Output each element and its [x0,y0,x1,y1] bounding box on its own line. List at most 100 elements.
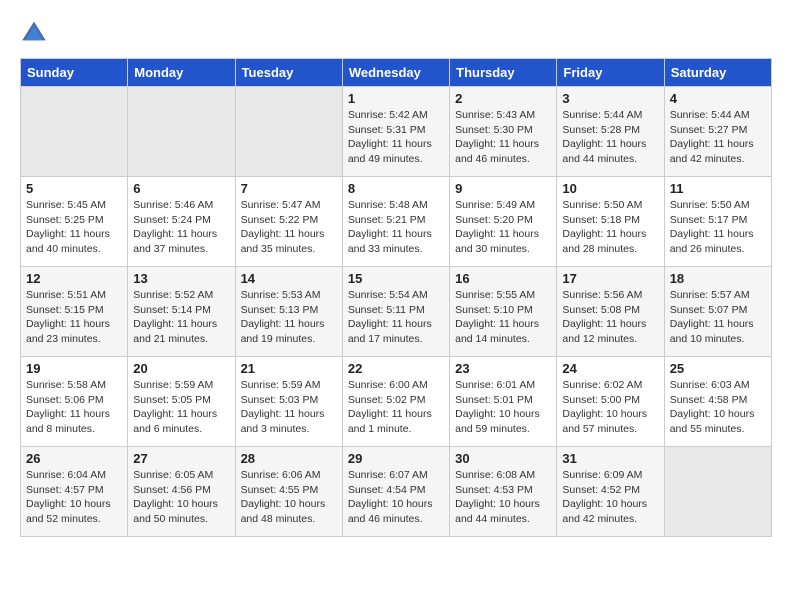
calendar-cell: 19 Sunrise: 5:58 AM Sunset: 5:06 PM Dayli… [21,357,128,447]
day-info: Sunrise: 5:52 AM Sunset: 5:14 PM Dayligh… [133,288,229,347]
day-info: Sunrise: 5:57 AM Sunset: 5:07 PM Dayligh… [670,288,766,347]
calendar-week-row: 19 Sunrise: 5:58 AM Sunset: 5:06 PM Dayli… [21,357,772,447]
day-info: Sunrise: 5:44 AM Sunset: 5:27 PM Dayligh… [670,108,766,167]
calendar-week-row: 12 Sunrise: 5:51 AM Sunset: 5:15 PM Dayli… [21,267,772,357]
calendar-week-row: 26 Sunrise: 6:04 AM Sunset: 4:57 PM Dayli… [21,447,772,537]
day-number: 20 [133,361,229,376]
weekday-header: Wednesday [342,59,449,87]
calendar-cell: 22Sunrise: 6:00 AM Sunset: 5:02 PM Dayli… [342,357,449,447]
calendar-cell: 11 Sunrise: 5:50 AM Sunset: 5:17 PM Dayli… [664,177,771,267]
calendar-week-row: 1 Sunrise: 5:42 AM Sunset: 5:31 PM Daylig… [21,87,772,177]
day-info: Sunrise: 6:05 AM Sunset: 4:56 PM Dayligh… [133,468,229,527]
day-number: 7 [241,181,337,196]
day-info: Sunrise: 5:46 AM Sunset: 5:24 PM Dayligh… [133,198,229,257]
day-info: Sunrise: 6:09 AM Sunset: 4:52 PM Dayligh… [562,468,658,527]
day-number: 16 [455,271,551,286]
day-number: 18 [670,271,766,286]
day-number: 11 [670,181,766,196]
day-info: Sunrise: 6:06 AM Sunset: 4:55 PM Dayligh… [241,468,337,527]
day-number: 19 [26,361,122,376]
day-number: 15 [348,271,444,286]
calendar-cell: 3 Sunrise: 5:44 AM Sunset: 5:28 PM Daylig… [557,87,664,177]
day-number: 29 [348,451,444,466]
day-info: Sunrise: 6:02 AM Sunset: 5:00 PM Dayligh… [562,378,658,437]
calendar-cell: 9 Sunrise: 5:49 AM Sunset: 5:20 PM Daylig… [450,177,557,267]
day-info: Sunrise: 5:45 AM Sunset: 5:25 PM Dayligh… [26,198,122,257]
day-number: 3 [562,91,658,106]
calendar-week-row: 5 Sunrise: 5:45 AM Sunset: 5:25 PM Daylig… [21,177,772,267]
calendar-cell: 2 Sunrise: 5:43 AM Sunset: 5:30 PM Daylig… [450,87,557,177]
weekday-header: Thursday [450,59,557,87]
day-number: 28 [241,451,337,466]
day-info: Sunrise: 5:59 AM Sunset: 5:05 PM Dayligh… [133,378,229,437]
calendar-cell: 17Sunrise: 5:56 AM Sunset: 5:08 PM Dayli… [557,267,664,357]
logo [20,20,52,42]
calendar-cell: 1 Sunrise: 5:42 AM Sunset: 5:31 PM Daylig… [342,87,449,177]
calendar-cell: 12 Sunrise: 5:51 AM Sunset: 5:15 PM Dayli… [21,267,128,357]
calendar-cell: 13 Sunrise: 5:52 AM Sunset: 5:14 PM Dayli… [128,267,235,357]
day-info: Sunrise: 6:00 AM Sunset: 5:02 PM Dayligh… [348,378,444,437]
day-number: 12 [26,271,122,286]
day-info: Sunrise: 5:47 AM Sunset: 5:22 PM Dayligh… [241,198,337,257]
calendar-cell: 27 Sunrise: 6:05 AM Sunset: 4:56 PM Dayli… [128,447,235,537]
calendar-cell: 10 Sunrise: 5:50 AM Sunset: 5:18 PM Dayli… [557,177,664,267]
calendar-cell: 4 Sunrise: 5:44 AM Sunset: 5:27 PM Daylig… [664,87,771,177]
calendar-cell: 20 Sunrise: 5:59 AM Sunset: 5:05 PM Dayli… [128,357,235,447]
day-info: Sunrise: 5:59 AM Sunset: 5:03 PM Dayligh… [241,378,337,437]
calendar-cell: 23Sunrise: 6:01 AM Sunset: 5:01 PM Dayli… [450,357,557,447]
day-info: Sunrise: 5:54 AM Sunset: 5:11 PM Dayligh… [348,288,444,347]
calendar-cell: 18 Sunrise: 5:57 AM Sunset: 5:07 PM Dayli… [664,267,771,357]
calendar-cell: 16 Sunrise: 5:55 AM Sunset: 5:10 PM Dayli… [450,267,557,357]
day-info: Sunrise: 5:50 AM Sunset: 5:17 PM Dayligh… [670,198,766,257]
day-number: 27 [133,451,229,466]
page-header [20,20,772,42]
calendar-cell: 24 Sunrise: 6:02 AM Sunset: 5:00 PM Dayli… [557,357,664,447]
day-number: 5 [26,181,122,196]
calendar-cell [664,447,771,537]
day-number: 10 [562,181,658,196]
day-info: Sunrise: 5:50 AM Sunset: 5:18 PM Dayligh… [562,198,658,257]
calendar-cell [128,87,235,177]
day-info: Sunrise: 5:58 AM Sunset: 5:06 PM Dayligh… [26,378,122,437]
day-info: Sunrise: 6:04 AM Sunset: 4:57 PM Dayligh… [26,468,122,527]
calendar-cell: 28 Sunrise: 6:06 AM Sunset: 4:55 PM Dayli… [235,447,342,537]
day-number: 24 [562,361,658,376]
day-info: Sunrise: 6:01 AM Sunset: 5:01 PM Dayligh… [455,378,551,437]
day-number: 26 [26,451,122,466]
day-number: 17 [562,271,658,286]
calendar-cell: 7 Sunrise: 5:47 AM Sunset: 5:22 PM Daylig… [235,177,342,267]
day-number: 1 [348,91,444,106]
calendar-cell: 26 Sunrise: 6:04 AM Sunset: 4:57 PM Dayli… [21,447,128,537]
day-info: Sunrise: 5:48 AM Sunset: 5:21 PM Dayligh… [348,198,444,257]
calendar-table: SundayMondayTuesdayWednesdayThursdayFrid… [20,58,772,537]
weekday-header: Monday [128,59,235,87]
day-info: Sunrise: 5:43 AM Sunset: 5:30 PM Dayligh… [455,108,551,167]
calendar-cell: 14Sunrise: 5:53 AM Sunset: 5:13 PM Dayli… [235,267,342,357]
day-info: Sunrise: 5:49 AM Sunset: 5:20 PM Dayligh… [455,198,551,257]
day-number: 31 [562,451,658,466]
day-number: 13 [133,271,229,286]
day-info: Sunrise: 5:51 AM Sunset: 5:15 PM Dayligh… [26,288,122,347]
calendar-cell: 6Sunrise: 5:46 AM Sunset: 5:24 PM Daylig… [128,177,235,267]
day-number: 9 [455,181,551,196]
weekday-header: Friday [557,59,664,87]
calendar-cell: 29 Sunrise: 6:07 AM Sunset: 4:54 PM Dayli… [342,447,449,537]
day-info: Sunrise: 6:08 AM Sunset: 4:53 PM Dayligh… [455,468,551,527]
day-number: 25 [670,361,766,376]
logo-icon [20,20,48,42]
day-number: 30 [455,451,551,466]
day-number: 21 [241,361,337,376]
weekday-header: Tuesday [235,59,342,87]
day-info: Sunrise: 5:42 AM Sunset: 5:31 PM Dayligh… [348,108,444,167]
calendar-cell [235,87,342,177]
day-info: Sunrise: 5:44 AM Sunset: 5:28 PM Dayligh… [562,108,658,167]
day-number: 2 [455,91,551,106]
day-info: Sunrise: 5:55 AM Sunset: 5:10 PM Dayligh… [455,288,551,347]
calendar-cell: 8Sunrise: 5:48 AM Sunset: 5:21 PM Daylig… [342,177,449,267]
calendar-cell: 21 Sunrise: 5:59 AM Sunset: 5:03 PM Dayli… [235,357,342,447]
calendar-cell: 5 Sunrise: 5:45 AM Sunset: 5:25 PM Daylig… [21,177,128,267]
calendar-cell [21,87,128,177]
day-number: 4 [670,91,766,106]
day-info: Sunrise: 6:07 AM Sunset: 4:54 PM Dayligh… [348,468,444,527]
weekday-header: Saturday [664,59,771,87]
